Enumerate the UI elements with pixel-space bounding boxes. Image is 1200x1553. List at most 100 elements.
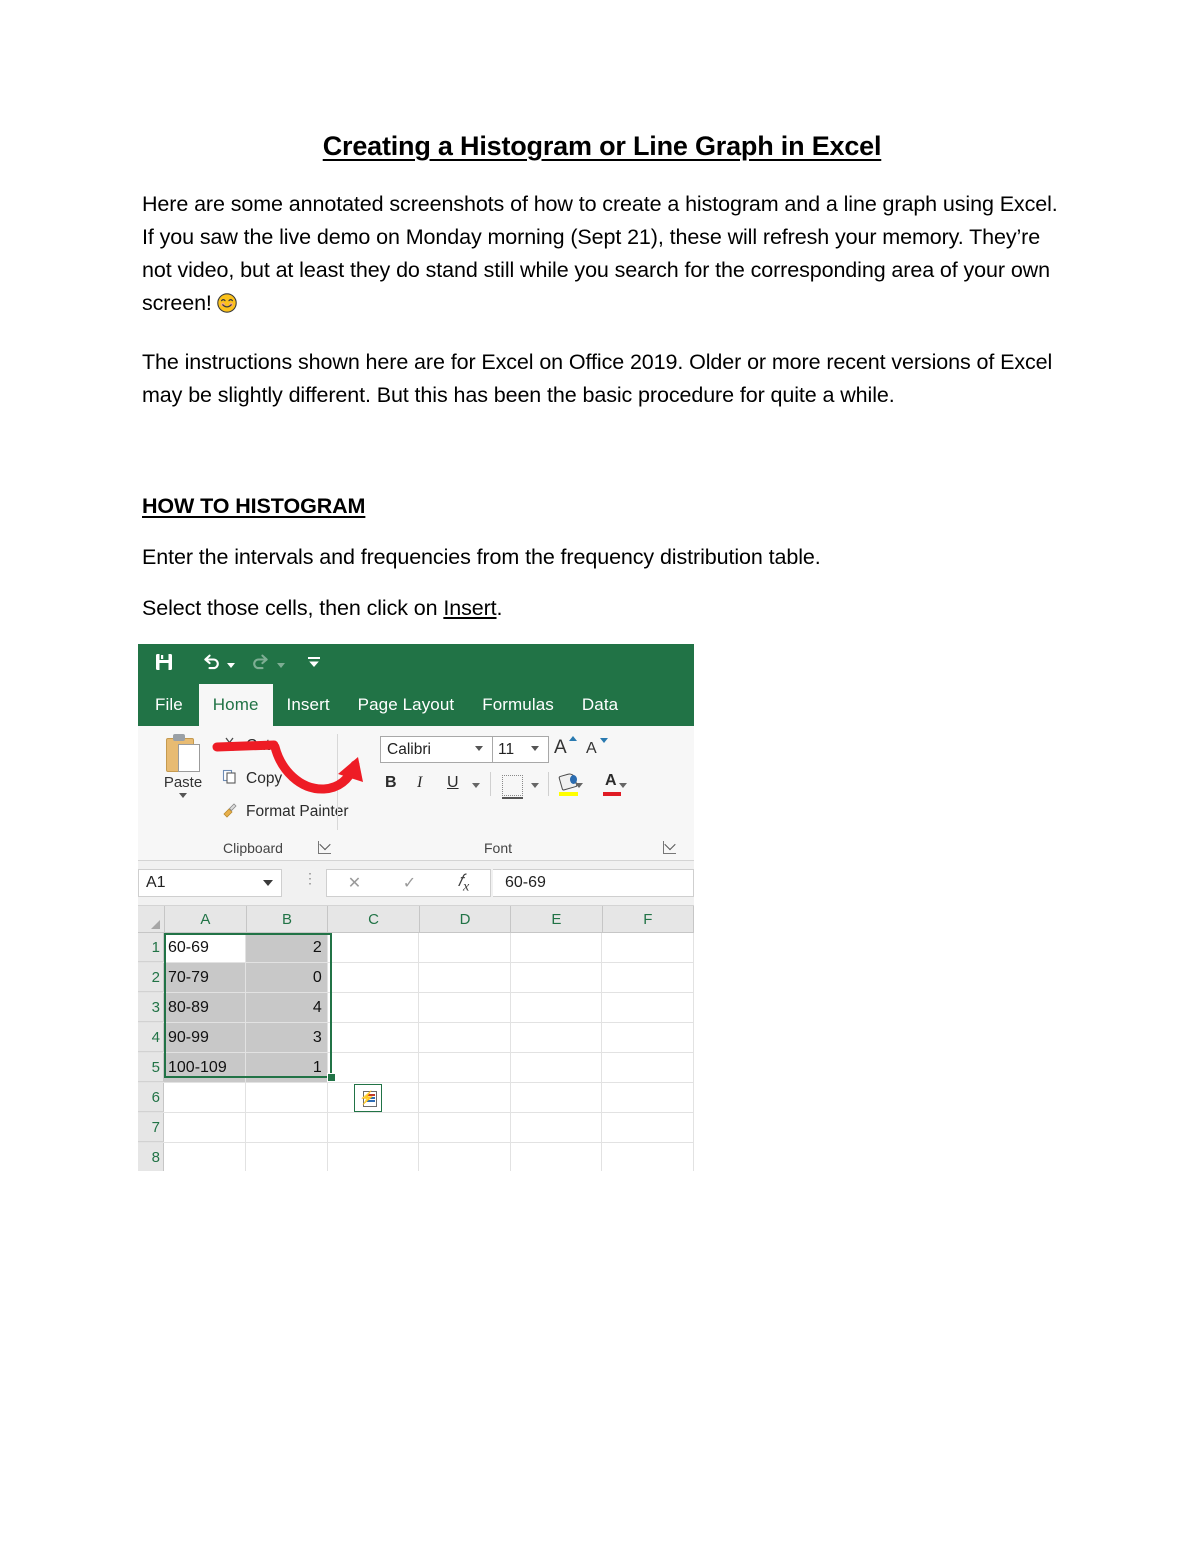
increase-font-size-button[interactable]: A: [554, 737, 567, 759]
cell-f5[interactable]: [602, 1053, 694, 1082]
cell-f6[interactable]: [602, 1083, 694, 1112]
row-header-8[interactable]: 8: [138, 1143, 164, 1171]
paste-options-icon[interactable]: ⚡: [354, 1084, 382, 1112]
cell-a7[interactable]: [164, 1113, 246, 1142]
row-header-5[interactable]: 5: [138, 1053, 164, 1082]
italic-button[interactable]: I: [417, 774, 422, 792]
cell-e2[interactable]: [511, 963, 603, 992]
cell-a5[interactable]: 100-109: [164, 1053, 246, 1082]
row-header-7[interactable]: 7: [138, 1113, 164, 1142]
tab-insert[interactable]: Insert: [273, 684, 344, 726]
tab-home[interactable]: Home: [198, 684, 273, 726]
copy-dropdown-caret-icon[interactable]: [290, 776, 299, 782]
cell-b2[interactable]: 0: [245, 963, 328, 992]
formula-input[interactable]: 60-69: [493, 869, 694, 897]
copy-button[interactable]: Copy: [220, 769, 299, 789]
cell-f2[interactable]: [602, 963, 694, 992]
cell-e1[interactable]: [511, 933, 603, 962]
cell-a6[interactable]: [164, 1083, 246, 1112]
cell-b7[interactable]: [246, 1113, 328, 1142]
cell-b4[interactable]: 3: [245, 1023, 328, 1052]
cell-b3[interactable]: 4: [245, 993, 328, 1022]
decrease-font-size-button[interactable]: A: [586, 740, 597, 758]
cut-button[interactable]: Cut: [220, 736, 270, 756]
cell-e5[interactable]: [511, 1053, 603, 1082]
undo-icon[interactable]: [201, 652, 221, 677]
fill-color-dropdown-caret-icon[interactable]: [575, 783, 583, 788]
cell-f3[interactable]: [602, 993, 694, 1022]
cell-f7[interactable]: [602, 1113, 694, 1142]
cell-c5[interactable]: [328, 1053, 420, 1082]
cell-e8[interactable]: [511, 1143, 603, 1171]
row-header-6[interactable]: 6: [138, 1083, 164, 1112]
borders-dropdown-caret-icon[interactable]: [531, 783, 539, 788]
cell-c4[interactable]: [328, 1023, 420, 1052]
bold-button[interactable]: B: [385, 774, 397, 792]
tab-page-layout[interactable]: Page Layout: [344, 684, 469, 726]
cell-e6[interactable]: [511, 1083, 603, 1112]
cell-e7[interactable]: [511, 1113, 603, 1142]
row-header-1[interactable]: 1: [138, 933, 164, 962]
column-header-f[interactable]: F: [603, 906, 694, 932]
redo-icon[interactable]: [251, 652, 271, 677]
tab-file[interactable]: File: [138, 684, 199, 726]
borders-icon[interactable]: [502, 775, 523, 799]
font-color-dropdown-caret-icon[interactable]: [619, 783, 627, 788]
row-header-2[interactable]: 2: [138, 963, 164, 992]
font-dialog-launcher[interactable]: [663, 841, 676, 854]
cell-f8[interactable]: [602, 1143, 694, 1171]
cell-a1[interactable]: 60-69: [164, 933, 246, 962]
clipboard-dialog-launcher[interactable]: [318, 841, 331, 854]
cell-b8[interactable]: [246, 1143, 328, 1171]
name-box[interactable]: A1: [138, 869, 282, 897]
tab-data[interactable]: Data: [568, 684, 632, 726]
row-header-3[interactable]: 3: [138, 993, 164, 1022]
cell-d5[interactable]: [419, 1053, 511, 1082]
cell-e3[interactable]: [511, 993, 603, 1022]
cell-b1[interactable]: 2: [245, 933, 328, 962]
column-header-a[interactable]: A: [165, 906, 247, 932]
column-header-b[interactable]: B: [247, 906, 329, 932]
column-header-c[interactable]: C: [328, 906, 420, 932]
cell-d3[interactable]: [419, 993, 511, 1022]
undo-dropdown-caret-icon[interactable]: [227, 663, 235, 668]
save-icon[interactable]: [154, 652, 174, 677]
cell-c7[interactable]: [328, 1113, 420, 1142]
close-icon[interactable]: ✕: [348, 873, 361, 893]
font-size-input[interactable]: 11: [492, 736, 549, 763]
cell-d2[interactable]: [419, 963, 511, 992]
cell-a2[interactable]: 70-79: [164, 963, 246, 992]
name-box-caret-icon[interactable]: [263, 880, 273, 886]
underline-button[interactable]: U: [447, 774, 459, 792]
font-name-dropdown-caret-icon[interactable]: [475, 746, 483, 751]
underline-dropdown-caret-icon[interactable]: [472, 783, 480, 788]
select-all-corner[interactable]: [138, 906, 165, 932]
cell-b5[interactable]: 1: [245, 1053, 328, 1082]
cell-d6[interactable]: [419, 1083, 511, 1112]
format-painter-button[interactable]: Format Painter: [220, 802, 349, 822]
cell-f4[interactable]: [602, 1023, 694, 1052]
column-header-e[interactable]: E: [511, 906, 603, 932]
cell-d1[interactable]: [419, 933, 511, 962]
cell-c8[interactable]: [328, 1143, 420, 1171]
cell-c1[interactable]: [328, 933, 420, 962]
tab-formulas[interactable]: Formulas: [468, 684, 568, 726]
paste-dropdown-caret-icon[interactable]: [179, 793, 187, 798]
cell-d7[interactable]: [419, 1113, 511, 1142]
cell-f1[interactable]: [602, 933, 694, 962]
cell-e4[interactable]: [511, 1023, 603, 1052]
check-icon[interactable]: ✓: [403, 873, 416, 893]
selection-fill-handle[interactable]: [327, 1073, 336, 1082]
font-size-dropdown-caret-icon[interactable]: [531, 746, 539, 751]
row-header-4[interactable]: 4: [138, 1023, 164, 1052]
cell-b6[interactable]: [246, 1083, 328, 1112]
cell-d4[interactable]: [419, 1023, 511, 1052]
cell-c2[interactable]: [328, 963, 420, 992]
redo-dropdown-caret-icon[interactable]: [277, 663, 285, 668]
cell-a8[interactable]: [164, 1143, 246, 1171]
paste-button[interactable]: Paste: [152, 732, 214, 798]
cell-a3[interactable]: 80-89: [164, 993, 246, 1022]
cell-a4[interactable]: 90-99: [164, 1023, 246, 1052]
column-header-d[interactable]: D: [420, 906, 512, 932]
customize-quick-access-toolbar-icon[interactable]: [305, 652, 323, 677]
